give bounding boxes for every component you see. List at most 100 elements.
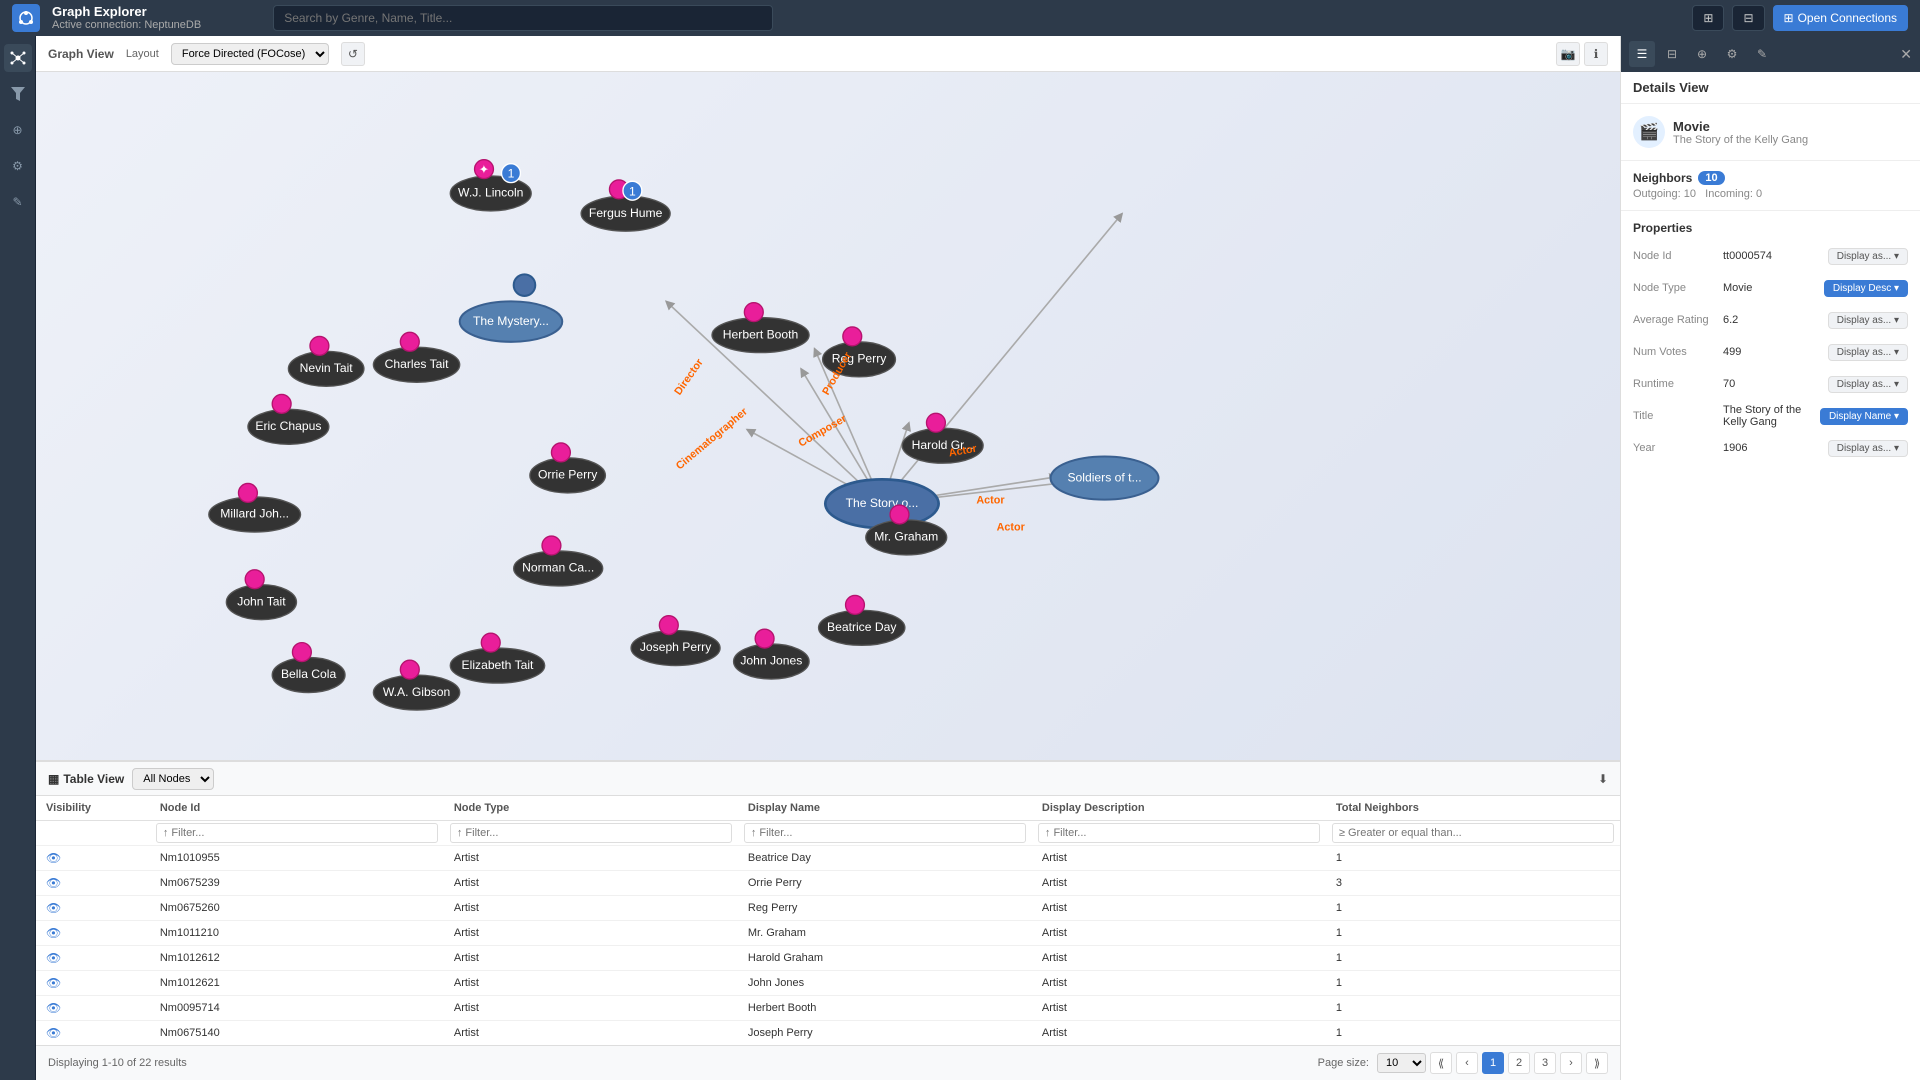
search-input[interactable]	[273, 5, 773, 31]
node-id-cell: Nm0095714	[150, 996, 444, 1021]
download-btn[interactable]: ⬇	[1598, 772, 1608, 786]
rp-edit-icon[interactable]: ✎	[1749, 41, 1775, 67]
table-footer: Displaying 1-10 of 22 results Page size:…	[36, 1045, 1620, 1080]
svg-text:Norman Ca...: Norman Ca...	[522, 561, 594, 575]
grid-btn[interactable]: ⊟	[1732, 5, 1764, 31]
next-page-btn[interactable]: ›	[1560, 1052, 1582, 1074]
screenshot-icon[interactable]: 📷	[1556, 42, 1580, 66]
prev-page-btn[interactable]: ‹	[1456, 1052, 1478, 1074]
filter-node-id[interactable]	[156, 823, 438, 843]
display-desc-cell: Artist	[1032, 846, 1326, 871]
svg-text:Orrie Perry: Orrie Perry	[538, 468, 598, 482]
visibility-cell[interactable]: 👁	[36, 846, 150, 871]
eye-icon[interactable]: 👁	[46, 876, 61, 890]
display-desc-cell: Artist	[1032, 896, 1326, 921]
filter-node-type[interactable]	[450, 823, 732, 843]
rp-expand-icon[interactable]: ⊕	[1689, 41, 1715, 67]
prop-value: 6.2	[1723, 314, 1828, 326]
col-node-type: Node Type	[444, 796, 738, 821]
prop-label: Year	[1633, 442, 1723, 454]
prop-value: The Story of the Kelly Gang	[1723, 404, 1820, 428]
display-name-cell: Beatrice Day	[738, 846, 1032, 871]
sidebar-filter-icon[interactable]	[4, 80, 32, 108]
node-type-label: Movie	[1673, 119, 1808, 134]
svg-text:W.J. Lincoln: W.J. Lincoln	[458, 186, 523, 200]
prop-display-btn[interactable]: Display as... ▾	[1828, 376, 1908, 393]
table-icon: ▦	[48, 772, 59, 786]
node-id-cell: Nm0675140	[150, 1021, 444, 1046]
settings-btn[interactable]: ⊞	[1692, 5, 1724, 31]
prop-label: Title	[1633, 410, 1723, 422]
visibility-cell[interactable]: 👁	[36, 896, 150, 921]
connection-label: Active connection: NeptuneDB	[52, 19, 201, 32]
svg-text:Elizabeth Tait: Elizabeth Tait	[462, 658, 535, 672]
rp-list-icon[interactable]: ☰	[1629, 41, 1655, 67]
svg-text:Actor: Actor	[976, 495, 1005, 507]
eye-icon[interactable]: 👁	[46, 926, 61, 940]
visibility-cell[interactable]: 👁	[36, 921, 150, 946]
left-sidebar: ⊕ ⚙ ✎	[0, 36, 36, 1080]
page-2-btn[interactable]: 2	[1508, 1052, 1530, 1074]
page-size-select[interactable]: 10 25 50 100	[1377, 1053, 1426, 1073]
svg-text:The Story o...: The Story o...	[846, 496, 919, 510]
table-wrapper[interactable]: Visibility Node Id Node Type Display Nam…	[36, 796, 1620, 1045]
node-type-cell: Artist	[444, 871, 738, 896]
property-row: Average Rating 6.2 Display as... ▾	[1633, 307, 1908, 333]
neighbors-badge: 10	[1698, 171, 1724, 185]
prop-display-btn[interactable]: Display Desc ▾	[1824, 280, 1908, 297]
node-type-cell: Artist	[444, 896, 738, 921]
right-panel-close[interactable]: ✕	[1900, 46, 1912, 63]
filter-display-name[interactable]	[744, 823, 1026, 843]
eye-icon[interactable]: 👁	[46, 851, 61, 865]
refresh-btn[interactable]: ↺	[341, 42, 365, 66]
page-1-btn[interactable]: 1	[1482, 1052, 1504, 1074]
prop-display-btn[interactable]: Display as... ▾	[1828, 248, 1908, 265]
table-view-label: ▦ Table View	[48, 772, 124, 786]
filter-total-neighbors[interactable]	[1332, 823, 1614, 843]
sidebar-info-icon[interactable]: ✎	[4, 188, 32, 216]
node-filter-select[interactable]: All Nodes Movie Artist	[132, 768, 214, 790]
svg-text:Beatrice Day: Beatrice Day	[827, 620, 897, 634]
prop-display-btn[interactable]: Display as... ▾	[1828, 440, 1908, 457]
display-desc-cell: Artist	[1032, 1021, 1326, 1046]
prop-display-btn[interactable]: Display Name ▾	[1820, 408, 1908, 425]
rp-filter-icon[interactable]: ⊟	[1659, 41, 1685, 67]
visibility-cell[interactable]: 👁	[36, 871, 150, 896]
page-3-btn[interactable]: 3	[1534, 1052, 1556, 1074]
layout-label: Layout	[126, 48, 159, 60]
filter-display-desc[interactable]	[1038, 823, 1320, 843]
svg-text:1: 1	[508, 167, 515, 181]
visibility-cell[interactable]: 👁	[36, 996, 150, 1021]
layout-select[interactable]: Force Directed (FOCose) Hierarchical Cir…	[171, 43, 329, 65]
info-icon[interactable]: ℹ	[1584, 42, 1608, 66]
visibility-cell[interactable]: 👁	[36, 971, 150, 996]
last-page-btn[interactable]: ⟫	[1586, 1052, 1608, 1074]
eye-icon[interactable]: 👁	[46, 1026, 61, 1040]
eye-icon[interactable]: 👁	[46, 1001, 61, 1015]
table-row: 👁 Nm1010955 Artist Beatrice Day Artist 1	[36, 846, 1620, 871]
prop-display-btn[interactable]: Display as... ▾	[1828, 344, 1908, 361]
filter-row	[36, 821, 1620, 846]
rp-settings-icon[interactable]: ⚙	[1719, 41, 1745, 67]
first-page-btn[interactable]: ⟪	[1430, 1052, 1452, 1074]
table-toolbar: ▦ Table View All Nodes Movie Artist ⬇	[36, 762, 1620, 796]
eye-icon[interactable]: 👁	[46, 901, 61, 915]
property-row: Num Votes 499 Display as... ▾	[1633, 339, 1908, 365]
svg-text:W.A. Gibson: W.A. Gibson	[383, 685, 450, 699]
node-type-cell: Artist	[444, 996, 738, 1021]
sidebar-expand-icon[interactable]: ⊕	[4, 116, 32, 144]
node-id-cell: Nm1012621	[150, 971, 444, 996]
visibility-cell[interactable]: 👁	[36, 946, 150, 971]
eye-icon[interactable]: 👁	[46, 976, 61, 990]
prop-display-btn[interactable]: Display as... ▾	[1828, 312, 1908, 329]
graph-canvas[interactable]: The Story o... Soldiers of t... W.J. Lin…	[36, 72, 1620, 760]
visibility-cell[interactable]: 👁	[36, 1021, 150, 1046]
display-desc-cell: Artist	[1032, 871, 1326, 896]
sidebar-settings-icon[interactable]: ⚙	[4, 152, 32, 180]
right-panel: ☰ ⊟ ⊕ ⚙ ✎ ✕ Details View 🎬 Movie The Sto…	[1620, 36, 1920, 1080]
node-id-cell: Nm1012612	[150, 946, 444, 971]
sidebar-graph-icon[interactable]	[4, 44, 32, 72]
display-desc-cell: Artist	[1032, 946, 1326, 971]
open-connections-btn[interactable]: ⊞ Open Connections	[1773, 5, 1908, 31]
eye-icon[interactable]: 👁	[46, 951, 61, 965]
